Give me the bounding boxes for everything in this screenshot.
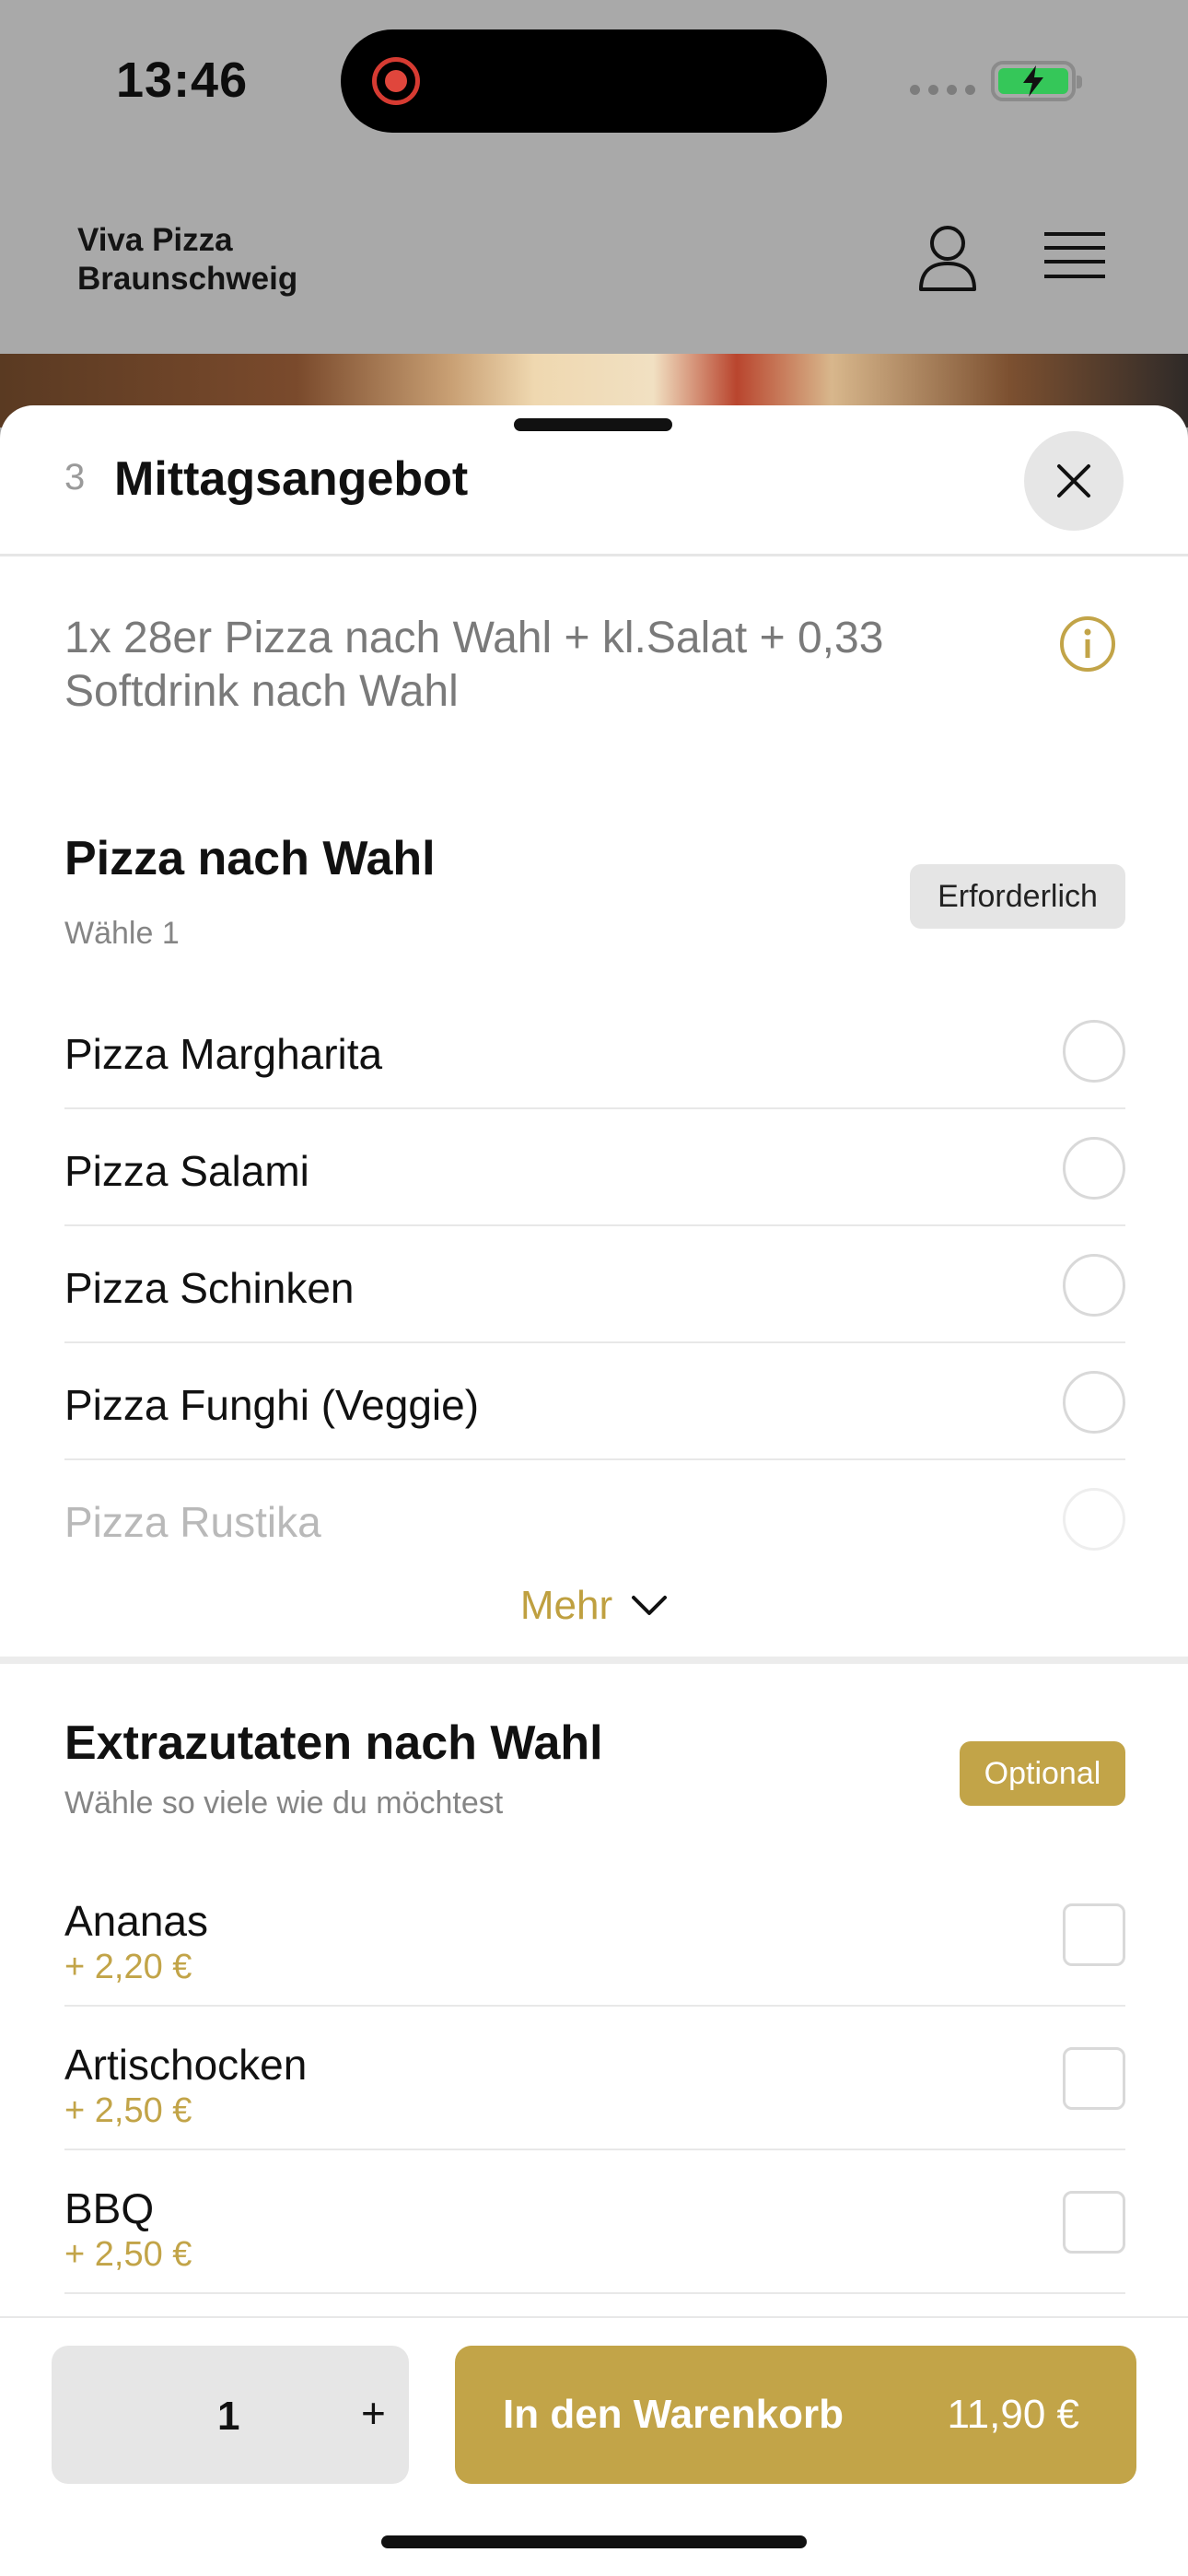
quantity-plus-button[interactable]: + <box>361 2388 386 2438</box>
close-button[interactable] <box>1024 431 1124 531</box>
radio-button[interactable] <box>1063 1254 1125 1317</box>
product-sheet: 3 Mittagsangebot 1x 28er Pizza nach Wahl… <box>0 405 1188 2576</box>
optional-badge: Optional <box>960 1741 1125 1806</box>
dynamic-island <box>341 29 827 133</box>
add-to-cart-label: In den Warenkorb <box>503 2392 844 2437</box>
pizza-group-subtitle: Wähle 1 <box>64 916 180 951</box>
radio-button[interactable] <box>1063 1137 1125 1200</box>
user-icon[interactable] <box>917 225 978 296</box>
more-label: Mehr <box>519 1583 613 1628</box>
section-divider <box>0 1657 1188 1664</box>
item-number: 3 <box>64 457 86 498</box>
extras-group-subtitle: Wähle so viele wie du möchtest <box>64 1786 504 1821</box>
extra-artischocken[interactable]: Artischocken + 2,50 € <box>64 2007 1125 2150</box>
required-badge: Erforderlich <box>910 864 1125 929</box>
option-label: Pizza Margharita <box>64 1030 383 1078</box>
pizza-group-title: Pizza nach Wahl <box>64 832 436 885</box>
option-pizza-schinken[interactable]: Pizza Schinken <box>64 1226 1125 1343</box>
recording-icon <box>372 57 420 105</box>
radio-button[interactable] <box>1063 1371 1125 1434</box>
extra-price: + 2,50 € <box>64 2091 192 2130</box>
extra-price: + 2,20 € <box>64 1948 192 1986</box>
extras-group-title: Extrazutaten nach Wahl <box>64 1716 603 1770</box>
cart-total-price: 11,90 € <box>947 2392 1079 2437</box>
radio-button[interactable] <box>1063 1020 1125 1083</box>
close-icon <box>1057 464 1090 498</box>
checkbox[interactable] <box>1063 1903 1125 1966</box>
option-label: Pizza Schinken <box>64 1264 355 1312</box>
status-time: 13:46 <box>116 53 249 108</box>
checkbox[interactable] <box>1063 2191 1125 2254</box>
chevron-down-icon <box>632 1596 668 1615</box>
quantity-stepper: 1 + <box>52 2346 409 2484</box>
option-pizza-margharita[interactable]: Pizza Margharita <box>64 992 1125 1109</box>
option-label: Pizza Salami <box>64 1147 309 1195</box>
info-icon[interactable] <box>1059 615 1116 677</box>
quantity-value: 1 <box>217 2394 240 2439</box>
sheet-header: 3 Mittagsangebot <box>0 405 1188 556</box>
extra-price: + 2,50 € <box>64 2235 192 2274</box>
option-pizza-salami[interactable]: Pizza Salami <box>64 1109 1125 1226</box>
radio-button[interactable] <box>1063 1488 1125 1551</box>
signal-icon <box>910 85 975 95</box>
more-button[interactable]: Mehr <box>0 1574 1188 1638</box>
option-pizza-funghi[interactable]: Pizza Funghi (Veggie) <box>64 1343 1125 1460</box>
extra-ananas[interactable]: Ananas + 2,20 € <box>64 1863 1125 2007</box>
sheet-title: Mittagsangebot <box>114 452 469 506</box>
home-indicator[interactable] <box>381 2535 807 2548</box>
brand-name[interactable]: Viva Pizza Braunschweig <box>77 221 297 299</box>
option-label: Pizza Funghi (Veggie) <box>64 1381 480 1429</box>
extra-label: Ananas <box>64 1897 209 1945</box>
hamburger-menu-icon[interactable] <box>1044 230 1105 287</box>
battery-charging-icon <box>991 61 1082 101</box>
extra-bbq[interactable]: BBQ + 2,50 € <box>64 2150 1125 2294</box>
extra-label: BBQ <box>64 2184 155 2232</box>
option-pizza-rustika[interactable]: Pizza Rustika <box>64 1460 1125 1577</box>
product-description: 1x 28er Pizza nach Wahl + kl.Salat + 0,3… <box>64 614 884 716</box>
extra-label: Artischocken <box>64 2041 308 2089</box>
checkbox[interactable] <box>1063 2047 1125 2110</box>
option-label: Pizza Rustika <box>64 1498 321 1546</box>
add-to-cart-button[interactable]: In den Warenkorb 11,90 € <box>455 2346 1136 2484</box>
